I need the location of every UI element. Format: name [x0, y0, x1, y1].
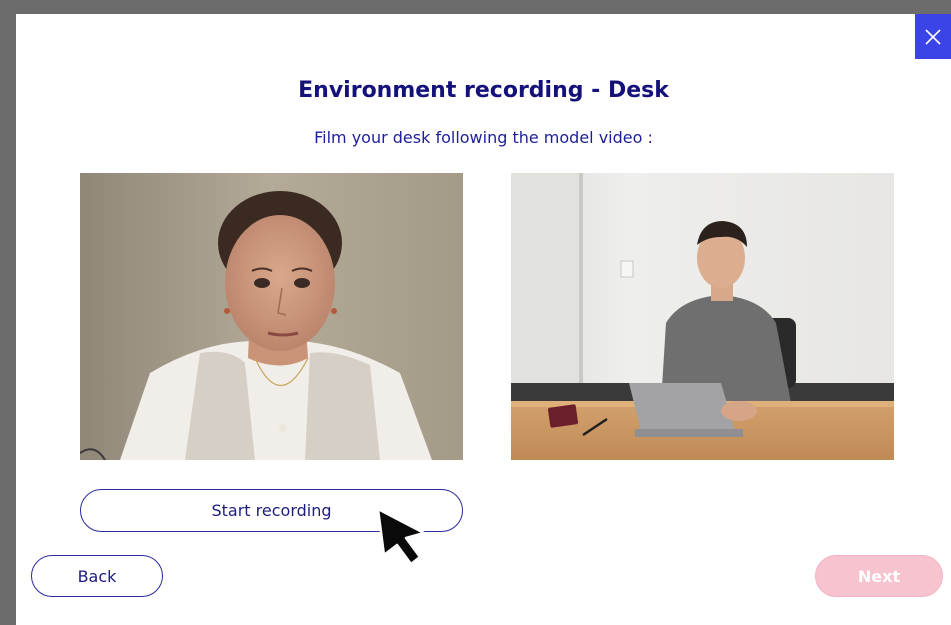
start-recording-button[interactable]: Start recording [80, 489, 463, 532]
next-button[interactable]: Next [815, 555, 943, 597]
dialog-title: Environment recording - Desk [298, 78, 669, 103]
dialog-subtitle: Film your desk following the model video… [314, 128, 653, 147]
back-button[interactable]: Back [31, 555, 163, 597]
environment-recording-dialog: Environment recording - Desk Film your d… [0, 0, 951, 625]
close-icon [925, 28, 941, 45]
webcam-feed [80, 173, 463, 460]
close-button[interactable] [915, 14, 951, 59]
model-video [511, 173, 894, 460]
